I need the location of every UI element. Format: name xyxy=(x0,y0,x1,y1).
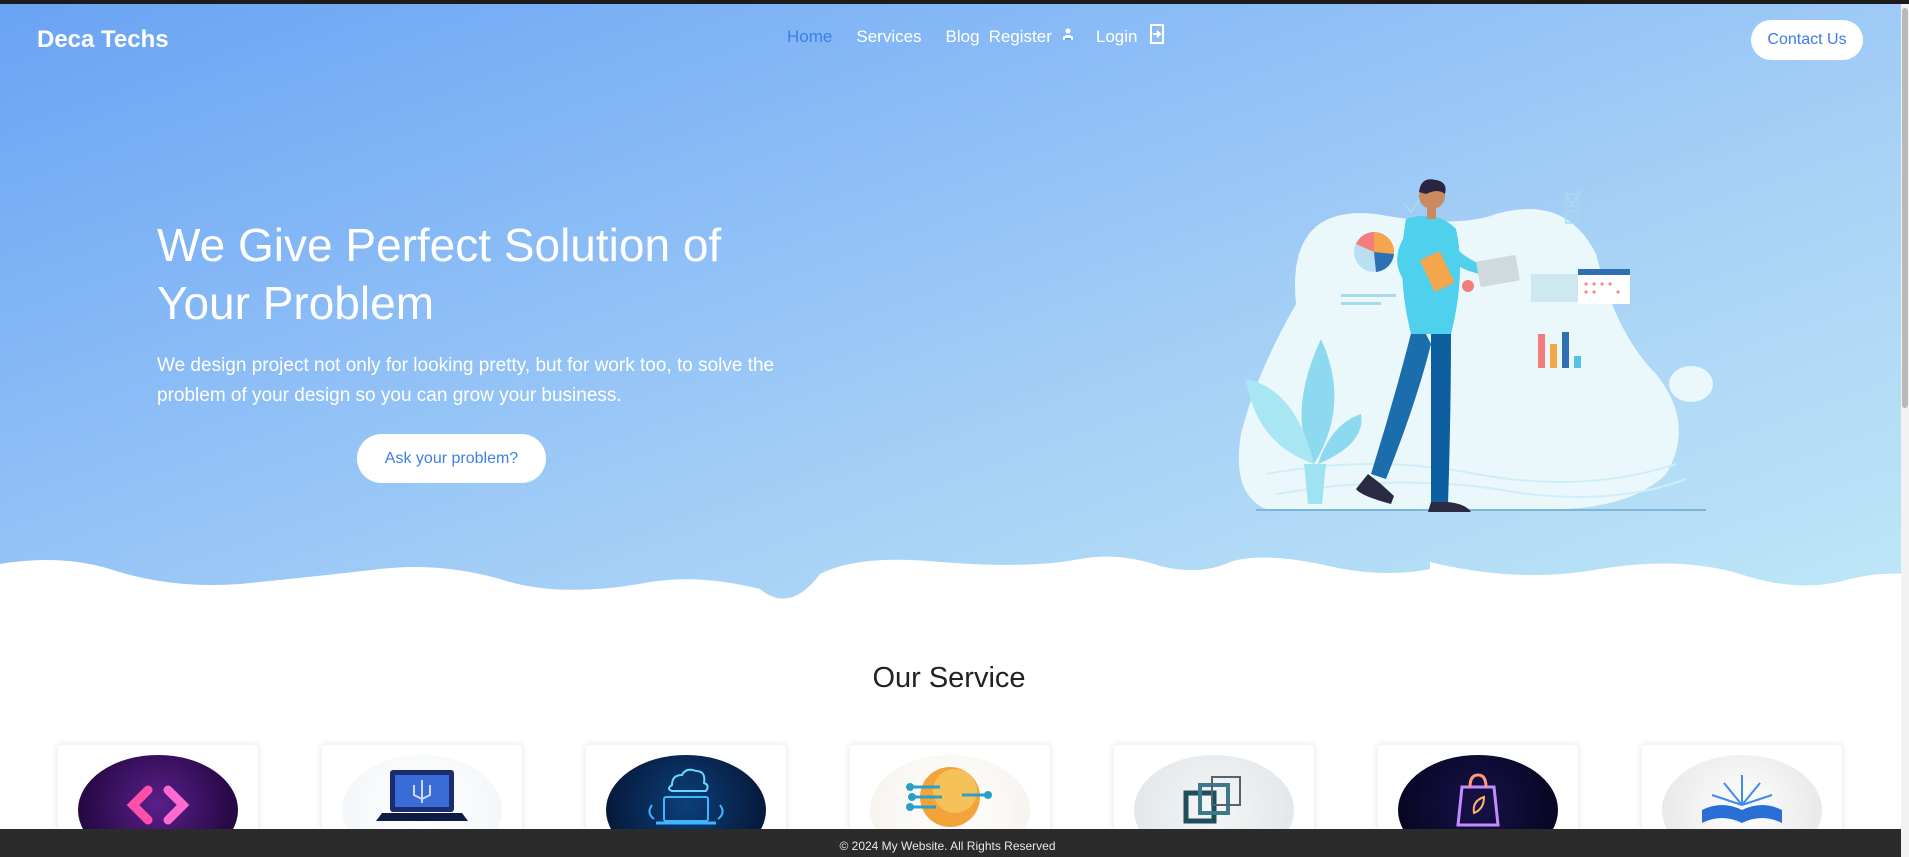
code-icon xyxy=(78,755,238,835)
service-card[interactable] xyxy=(1642,745,1842,835)
brand-logo[interactable]: Deca Techs xyxy=(37,26,169,54)
nav-blog[interactable]: Blog xyxy=(946,27,980,47)
computer-icon xyxy=(342,755,502,835)
nav-home[interactable]: Home xyxy=(787,27,832,47)
nav-login-label: Login xyxy=(1095,26,1138,46)
service-card[interactable] xyxy=(1378,745,1578,835)
hero-description: We design project not only for looking p… xyxy=(157,355,775,406)
page-scrollbar[interactable] xyxy=(1901,4,1909,857)
hero-illustration xyxy=(1238,179,1713,512)
footer-bar: © 2024 My Website. All Rights Reserved xyxy=(0,829,1901,857)
nav-register-label: Register xyxy=(988,26,1052,46)
service-card[interactable] xyxy=(58,745,258,835)
hero-wave-divider xyxy=(0,556,1909,624)
hero-title: We Give Perfect Solution of Your Problem xyxy=(157,219,722,329)
layers-icon xyxy=(1134,755,1294,835)
nav-register[interactable]: Register xyxy=(989,26,1076,47)
register-icon xyxy=(1060,26,1076,47)
nav-login[interactable]: Login xyxy=(1096,24,1164,49)
service-card[interactable] xyxy=(850,745,1050,835)
ai-brain-icon xyxy=(870,755,1030,835)
services-card-row xyxy=(58,745,1858,835)
hero-section: Deca Techs Home Services Blog Register L… xyxy=(0,4,1909,624)
contact-us-button[interactable]: Contact Us xyxy=(1751,20,1863,60)
scrollbar-thumb[interactable] xyxy=(1902,8,1908,408)
service-card[interactable] xyxy=(586,745,786,835)
open-book-icon xyxy=(1662,755,1822,835)
shopping-bag-icon xyxy=(1398,755,1558,835)
service-card[interactable] xyxy=(322,745,522,835)
services-heading: Our Service xyxy=(872,662,1026,694)
footer-copyright: © 2024 My Website. All Rights Reserved xyxy=(839,839,1056,853)
service-card[interactable] xyxy=(1114,745,1314,835)
ask-problem-button[interactable]: Ask your problem? xyxy=(357,434,546,483)
login-icon xyxy=(1149,24,1164,49)
main-nav: Home Services Blog Register Login xyxy=(787,24,1164,49)
nav-services[interactable]: Services xyxy=(856,27,921,47)
cloud-laptop-icon xyxy=(606,755,766,835)
